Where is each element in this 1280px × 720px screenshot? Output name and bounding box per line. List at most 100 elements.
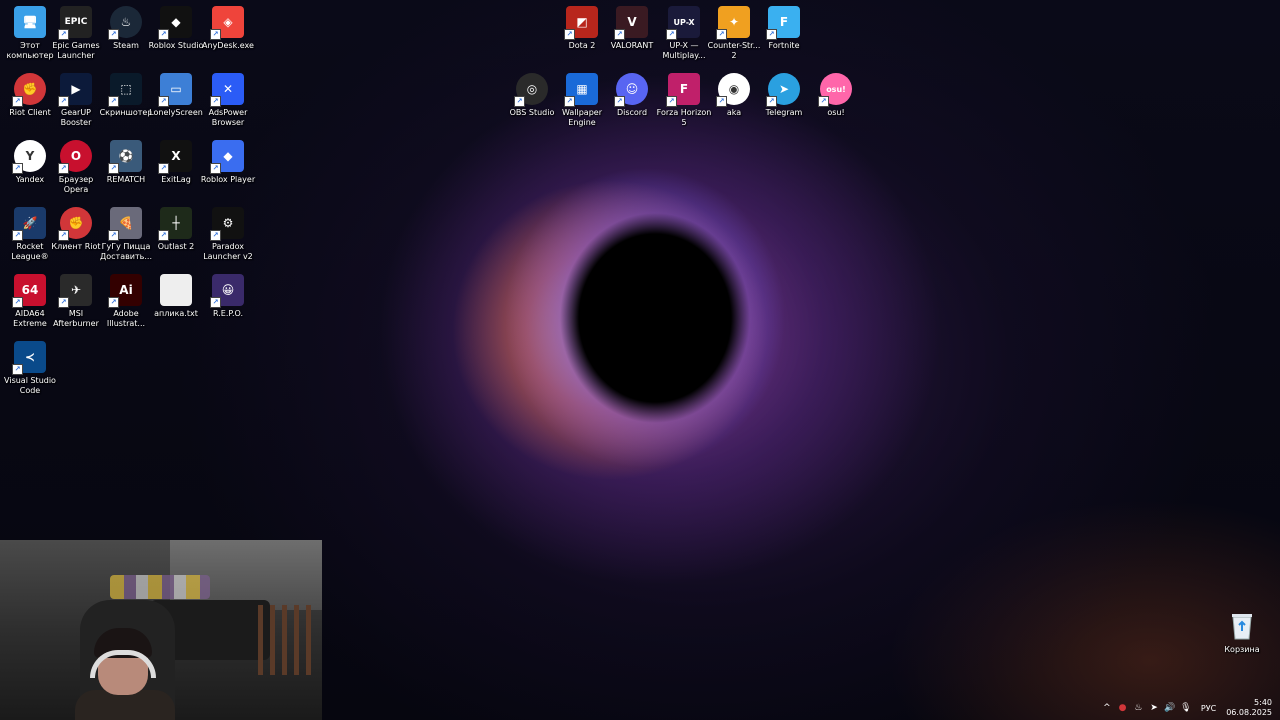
desktop-icon-discord[interactable]: ☺ ↗ Discord (606, 73, 658, 118)
gearup-icon: ▶ ↗ (58, 73, 92, 107)
icon-glyph: ✦ (728, 15, 740, 29)
icon-glyph: ✈ (70, 283, 82, 297)
icon-glyph: F (679, 82, 689, 96)
icon-glyph: ◩ (576, 15, 588, 29)
clock[interactable]: 5:40 06.08.2025 (1226, 698, 1272, 718)
desktop-icon-fortnite[interactable]: F ↗ Fortnite (758, 6, 810, 51)
shortcut-arrow-icon: ↗ (210, 29, 221, 40)
desktop-icon-paradox[interactable]: ⚙ ↗ Paradox Launcher v2 (202, 207, 254, 262)
desktop-icon-gearup[interactable]: ▶ ↗ GearUP Booster (50, 73, 102, 128)
shortcut-arrow-icon: ↗ (108, 230, 119, 241)
icon-glyph: 😀 (221, 283, 235, 297)
desktop-icon-forza[interactable]: F ↗ Forza Horizon 5 (657, 73, 711, 128)
chevron-up-icon[interactable]: ^ (1102, 703, 1112, 713)
desktop-icon-outlast[interactable]: ┼ ↗ Outlast 2 (150, 207, 202, 252)
icon-glyph: ◉ (728, 82, 740, 96)
icon-glyph: ♨ (120, 15, 132, 29)
desktop-icon-steam[interactable]: ♨ ↗ Steam (100, 6, 152, 51)
desktop-icon-text-file[interactable]: аплика.txt (150, 274, 202, 319)
outlast-icon: ┼ ↗ (158, 207, 192, 241)
desktop-icon-label: Visual Studio Code (4, 376, 56, 395)
shortcut-arrow-icon: ↗ (108, 297, 119, 308)
desktop-icon-chrome[interactable]: ◉ ↗ aka (708, 73, 760, 118)
shortcut-arrow-icon: ↗ (12, 230, 23, 241)
shortcut-arrow-icon: ↗ (108, 96, 119, 107)
shortcut-arrow-icon: ↗ (58, 297, 69, 308)
icon-glyph: Y (25, 149, 35, 163)
anydesk-icon: ◈ ↗ (210, 6, 244, 40)
shortcut-arrow-icon: ↗ (12, 297, 23, 308)
icon-glyph: 🚀 (22, 216, 38, 230)
desktop-icon-cs2[interactable]: ✦ ↗ Counter-Str... 2 (708, 6, 760, 61)
desktop-icon-osu[interactable]: osu! ↗ osu! (810, 73, 862, 118)
fortnite-icon: F ↗ (766, 6, 800, 40)
icon-glyph: UP-X (673, 17, 695, 27)
icon-glyph: 🍕 (118, 216, 134, 230)
shortcut-arrow-icon: ↗ (716, 29, 727, 40)
desktop-icon-lonelyscreen[interactable]: ▭ ↗ LonelyScreen (149, 73, 203, 118)
pizza-game-icon: 🍕 ↗ (108, 207, 142, 241)
recycle-bin[interactable]: Корзина (1216, 610, 1268, 655)
desktop-icon-pizza-game[interactable]: 🍕 ↗ ГуГу Пицца Доставить... (100, 207, 152, 262)
speaker-icon[interactable]: 🔊 (1164, 703, 1175, 713)
steam-icon: ♨ ↗ (108, 6, 142, 40)
desktop-icon-vscode[interactable]: ≺ ↗ Visual Studio Code (4, 341, 56, 396)
recycle-bin-label: Корзина (1224, 645, 1260, 654)
dota2-icon: ◩ ↗ (564, 6, 598, 40)
desktop-icon-upx[interactable]: UP-X ↗ UP-X — Multiplay... (658, 6, 710, 61)
icon-glyph: ✊ (22, 82, 38, 96)
telegram-tray-icon[interactable]: ➤ (1149, 703, 1159, 713)
rematch-icon: ⚽ ↗ (108, 140, 142, 174)
language-indicator[interactable]: РУС (1201, 704, 1216, 713)
desktop-icon-rocket-league[interactable]: 🚀 ↗ Rocket League® (4, 207, 56, 262)
shortcut-arrow-icon: ↗ (210, 163, 221, 174)
desktop-icon-repo[interactable]: 😀 ↗ R.E.P.O. (202, 274, 254, 319)
desktop-icon-wallpaper-engine[interactable]: ▦ ↗ Wallpaper Engine (556, 73, 608, 128)
yandex-icon: Y ↗ (12, 140, 46, 174)
icon-glyph: Ai (119, 283, 133, 297)
roblox-player-icon: ◆ ↗ (210, 140, 244, 174)
system-tray: ^ ● ♨ ➤ 🔊 🎙 РУС 5:40 06.08.2025 (1102, 696, 1280, 720)
desktop-icon-opera[interactable]: O ↗ Браузер Opera (50, 140, 102, 195)
desktop-icon-obs[interactable]: ◎ ↗ OBS Studio (506, 73, 558, 118)
riot-client-icon: ✊ ↗ (58, 207, 92, 241)
desktop-icon-riot-client[interactable]: ✊ ↗ Клиент Riot (50, 207, 102, 252)
desktop-icon-screenshot[interactable]: ⬚ ↗ Скриншотер (100, 73, 152, 118)
cs2-icon: ✦ ↗ (716, 6, 750, 40)
adspower-icon: ✕ ↗ (210, 73, 244, 107)
desktop-icon-msi-afterburner[interactable]: ✈ ↗ MSI Afterburner (50, 274, 102, 329)
desktop-icon-exitlag[interactable]: X ↗ ExitLag (150, 140, 202, 185)
microphone-icon[interactable]: 🎙 (1180, 703, 1191, 713)
desktop-icon-telegram[interactable]: ➤ ↗ Telegram (758, 73, 810, 118)
icon-glyph: F (779, 15, 789, 29)
shortcut-arrow-icon: ↗ (158, 163, 169, 174)
paradox-icon: ⚙ ↗ (210, 207, 244, 241)
desktop-icon-adspower[interactable]: ✕ ↗ AdsPower Browser (202, 73, 254, 128)
desktop-icon-roblox-player[interactable]: ◆ ↗ Roblox Player (201, 140, 255, 185)
desktop-icon-valorant[interactable]: V ↗ VALORANT (606, 6, 658, 51)
repo-icon: 😀 ↗ (210, 274, 244, 308)
rocket-league-icon: 🚀 ↗ (12, 207, 46, 241)
icon-glyph: V (627, 15, 637, 29)
shortcut-arrow-icon: ↗ (210, 230, 221, 241)
msi-afterburner-icon: ✈ ↗ (58, 274, 92, 308)
chrome-icon: ◉ ↗ (716, 73, 750, 107)
icon-glyph: osu! (826, 84, 846, 94)
text-file-icon (160, 274, 192, 306)
desktop-icon-illustrator[interactable]: Ai ↗ Adobe Illustrat... (100, 274, 152, 329)
desktop-icon-rematch[interactable]: ⚽ ↗ REMATCH (100, 140, 152, 185)
shortcut-arrow-icon: ↗ (766, 29, 777, 40)
desktop-icon-roblox-studio[interactable]: ◆ ↗ Roblox Studio (149, 6, 203, 51)
desktop-icon-dota2[interactable]: ◩ ↗ Dota 2 (556, 6, 608, 51)
riot-tray-icon[interactable]: ● (1118, 703, 1128, 713)
upx-icon: UP-X ↗ (666, 6, 700, 40)
shortcut-arrow-icon: ↗ (564, 29, 575, 40)
icon-glyph: ☺ (625, 82, 639, 96)
epic-games-icon: EPIC ↗ (58, 6, 92, 40)
desktop-icon-label: ExitLag (161, 175, 191, 184)
steam-tray-icon[interactable]: ♨ (1133, 703, 1143, 713)
screenshot-icon: ⬚ ↗ (108, 73, 142, 107)
shortcut-arrow-icon: ↗ (108, 163, 119, 174)
desktop-icon-anydesk[interactable]: ◈ ↗ AnyDesk.exe (202, 6, 254, 51)
desktop-icon-epic-games[interactable]: EPIC ↗ Epic Games Launcher (50, 6, 102, 61)
